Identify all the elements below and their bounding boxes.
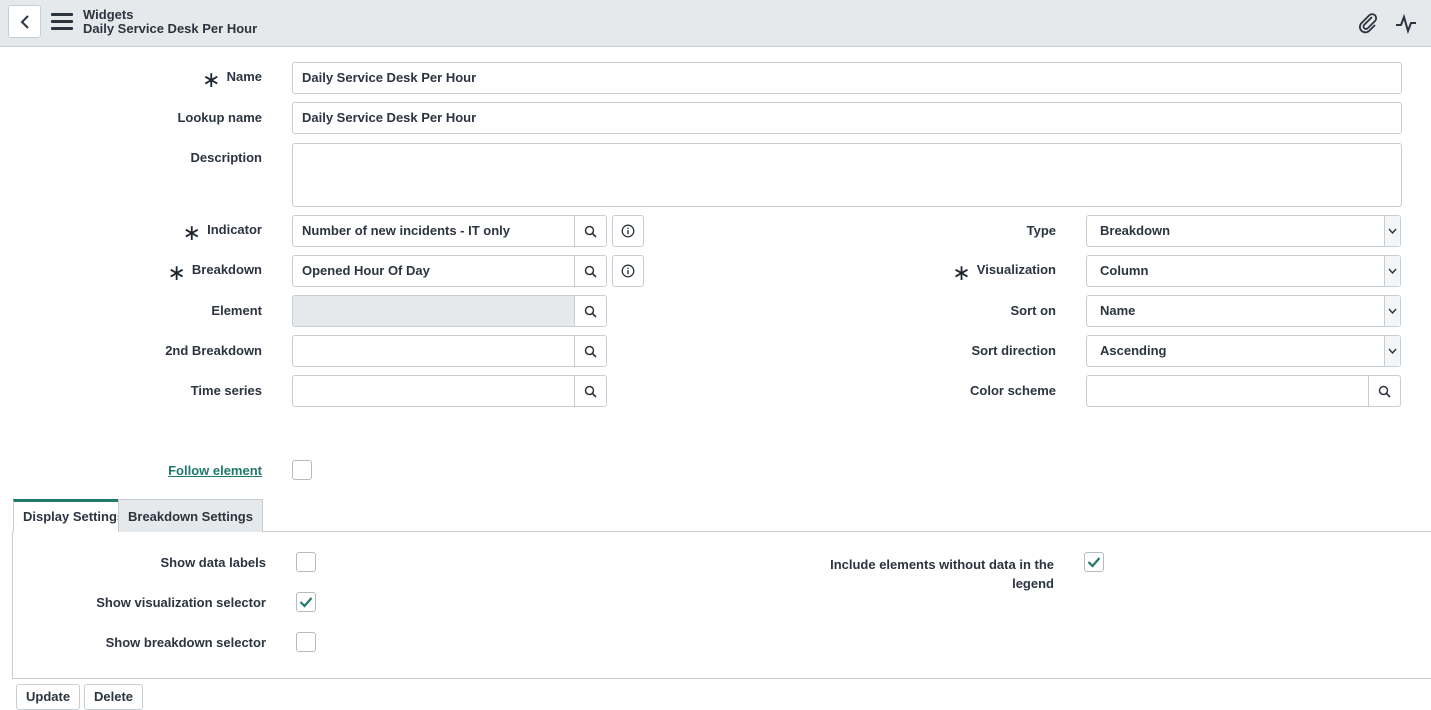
lookup-name-field[interactable]: Daily Service Desk Per Hour (292, 102, 1402, 134)
checkmark-icon (1087, 557, 1101, 568)
update-button[interactable]: Update (16, 684, 81, 710)
follow-element-link[interactable]: Follow element (168, 463, 262, 478)
show-visualization-selector-checkbox[interactable] (296, 592, 316, 612)
description-field[interactable] (292, 143, 1402, 207)
type-select[interactable]: Breakdown (1086, 215, 1401, 247)
include-elements-label-line2: legend (1012, 576, 1054, 591)
info-icon (621, 264, 635, 278)
element-lookup-button[interactable] (574, 295, 607, 327)
element-label: Element (211, 303, 262, 318)
type-label: Type (1026, 223, 1056, 238)
show-data-labels-label: Show data labels (160, 555, 266, 570)
search-icon (584, 385, 597, 398)
breakdown-lookup-button[interactable] (574, 255, 607, 287)
show-breakdown-selector-checkbox[interactable] (296, 632, 316, 652)
paperclip-icon[interactable] (1357, 12, 1379, 34)
indicator-field[interactable]: Number of new incidents - IT only (292, 215, 575, 247)
tab-breakdown-settings[interactable]: Breakdown Settings (118, 499, 263, 532)
include-elements-checkbox[interactable] (1084, 552, 1104, 572)
delete-button[interactable]: Delete (84, 684, 144, 710)
lookup-name-label: Lookup name (177, 110, 262, 125)
follow-element-label[interactable]: Follow element (168, 463, 262, 478)
second-breakdown-label: 2nd Breakdown (165, 343, 262, 358)
sort-direction-value: Ascending (1100, 343, 1167, 358)
indicator-lookup-button[interactable] (574, 215, 607, 247)
visualization-select[interactable]: Column (1086, 255, 1401, 287)
menu-icon[interactable] (51, 13, 73, 31)
header-title: Widgets (83, 7, 134, 22)
include-elements-label: Include elements without data in the leg… (830, 555, 1054, 593)
visualization-value: Column (1100, 263, 1149, 278)
breakdown-label: ∗ Breakdown (167, 260, 262, 285)
element-field[interactable] (292, 295, 575, 327)
search-icon (1378, 385, 1391, 398)
color-scheme-field[interactable] (1086, 375, 1369, 407)
required-icon: ∗ (167, 260, 186, 285)
search-icon (584, 305, 597, 318)
name-label: ∗ Name (202, 67, 262, 92)
activity-icon[interactable] (1395, 12, 1417, 35)
breakdown-info-button[interactable] (612, 255, 644, 287)
color-scheme-label: Color scheme (970, 383, 1056, 398)
sort-on-label: Sort on (1010, 303, 1057, 318)
search-icon (584, 225, 597, 238)
second-breakdown-field[interactable] (292, 335, 575, 367)
sort-direction-label: Sort direction (971, 343, 1056, 358)
chevron-down-icon (1384, 216, 1400, 246)
required-icon: ∗ (202, 67, 221, 92)
sort-direction-select[interactable]: Ascending (1086, 335, 1401, 367)
required-icon: ∗ (182, 220, 202, 245)
visualization-label: ∗ Visualization (952, 260, 1056, 285)
include-elements-label-line1: Include elements without data in the (830, 557, 1054, 572)
color-scheme-lookup-button[interactable] (1368, 375, 1401, 407)
show-breakdown-selector-label: Show breakdown selector (105, 635, 266, 650)
search-icon (584, 345, 597, 358)
chevron-down-icon (1384, 256, 1400, 286)
show-visualization-selector-label: Show visualization selector (96, 595, 266, 610)
indicator-info-button[interactable] (612, 215, 644, 247)
back-icon (20, 14, 29, 29)
sort-on-select[interactable]: Name (1086, 295, 1401, 327)
search-icon (584, 265, 597, 278)
info-icon (621, 224, 635, 238)
chevron-down-icon (1384, 296, 1400, 326)
checkmark-icon (299, 597, 313, 608)
time-series-field[interactable] (292, 375, 575, 407)
chevron-down-icon (1384, 336, 1400, 366)
type-value: Breakdown (1100, 223, 1171, 238)
indicator-label: ∗ Indicator (182, 220, 262, 245)
time-series-label: Time series (190, 383, 262, 398)
second-breakdown-lookup-button[interactable] (574, 335, 607, 367)
tab-display-settings[interactable]: Display Settings (13, 499, 135, 532)
time-series-lookup-button[interactable] (574, 375, 607, 407)
follow-element-checkbox[interactable] (292, 460, 312, 480)
name-field[interactable]: Daily Service Desk Per Hour (292, 62, 1402, 94)
back-button[interactable] (8, 5, 41, 38)
header-subtitle: Daily Service Desk Per Hour (83, 21, 258, 36)
required-icon: ∗ (952, 260, 971, 285)
description-label: Description (190, 150, 262, 165)
breakdown-field[interactable]: Opened Hour Of Day (292, 255, 575, 287)
show-data-labels-checkbox[interactable] (296, 552, 316, 572)
sort-on-value: Name (1100, 303, 1136, 318)
